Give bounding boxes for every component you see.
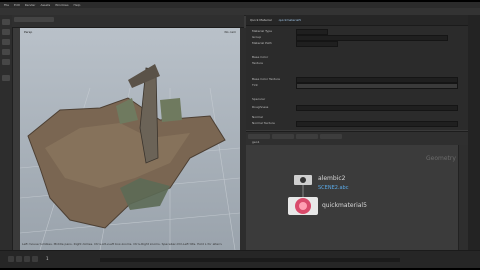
viewport-camera-label[interactable]: Persp <box>24 30 32 34</box>
param-label: Material Type <box>252 29 273 33</box>
param-label: Normal <box>252 115 263 119</box>
current-frame[interactable]: 1 <box>46 256 49 261</box>
parameter-panel: Quick Material quickmaterial5 Material T… <box>246 15 468 130</box>
roughness-field[interactable] <box>296 105 458 111</box>
param-label: Texture <box>252 61 263 65</box>
timeline-scrubber[interactable] <box>100 258 400 262</box>
tab-tree-view[interactable] <box>272 134 294 139</box>
view-tool-icon[interactable] <box>2 75 10 81</box>
param-label: Roughness <box>252 105 269 109</box>
quickmaterial-node-name[interactable]: quickmaterial5 <box>322 202 367 209</box>
left-toolbar <box>0 15 13 250</box>
tab-network-view[interactable] <box>248 134 270 139</box>
param-label: Group <box>252 35 262 39</box>
param-label: Normal Texture <box>252 121 275 125</box>
alembic-node-subtitle: SCENE2.abc <box>318 185 349 191</box>
param-label: Base Color <box>252 55 269 59</box>
tab-material-palette[interactable] <box>296 134 318 139</box>
stop-icon[interactable] <box>24 256 30 262</box>
menu-assets[interactable]: Assets <box>40 3 50 7</box>
houdini-window: File Edit Render Assets Windows Help Per… <box>0 0 480 270</box>
moss-patch-2 <box>160 98 182 122</box>
viewport-status-text: Left mouse tumbles. Middle pans. Right d… <box>22 242 222 246</box>
scene-view-tab[interactable] <box>14 17 54 22</box>
parameter-panel-header: Quick Material quickmaterial5 <box>246 15 468 26</box>
network-path[interactable]: geo1 <box>252 140 260 144</box>
viewport-header <box>12 15 244 28</box>
handle-tool-icon[interactable] <box>2 59 10 65</box>
tab-asset-browser[interactable] <box>320 134 342 139</box>
menu-render[interactable]: Render <box>25 3 36 7</box>
param-label: Specular <box>252 97 266 101</box>
tint-slider[interactable] <box>296 83 458 89</box>
scale-tool-icon[interactable] <box>2 49 10 55</box>
menu-help[interactable]: Help <box>74 3 81 7</box>
alembic-node-name[interactable]: alembic2 <box>318 175 345 182</box>
context-watermark: Geometry <box>426 155 456 162</box>
select-tool-icon[interactable] <box>2 19 10 25</box>
viewport-canvas <box>20 64 240 250</box>
material-sphere-highlight <box>299 202 307 210</box>
scene-viewport[interactable]: Persp No cam <box>20 28 240 250</box>
alembic-node-glyph <box>300 177 306 183</box>
play-forward-icon[interactable] <box>32 256 38 262</box>
desktop-right-edge <box>468 15 480 250</box>
normal-texture-field[interactable] <box>296 121 458 127</box>
menu-file[interactable]: File <box>4 3 9 7</box>
rotate-tool-icon[interactable] <box>2 39 10 45</box>
param-label: Tint <box>252 83 258 87</box>
node-name-field[interactable]: quickmaterial5 <box>279 18 301 22</box>
network-editor[interactable]: Geometry alembic2 SCENE2.abc quickmateri… <box>246 145 468 250</box>
menu-windows[interactable]: Windows <box>55 3 68 7</box>
panel-title: Quick Material <box>250 18 272 22</box>
menu-edit[interactable]: Edit <box>14 3 20 7</box>
timeline-bar: 1 <box>0 250 480 269</box>
play-back-icon[interactable] <box>8 256 14 262</box>
material-path-field[interactable] <box>296 41 338 47</box>
viewport-cam-menu[interactable]: No cam <box>225 30 236 34</box>
param-label: Material Path <box>252 41 272 45</box>
play-icon[interactable] <box>16 256 22 262</box>
param-label: Base Color Texture <box>252 77 281 81</box>
move-tool-icon[interactable] <box>2 29 10 35</box>
